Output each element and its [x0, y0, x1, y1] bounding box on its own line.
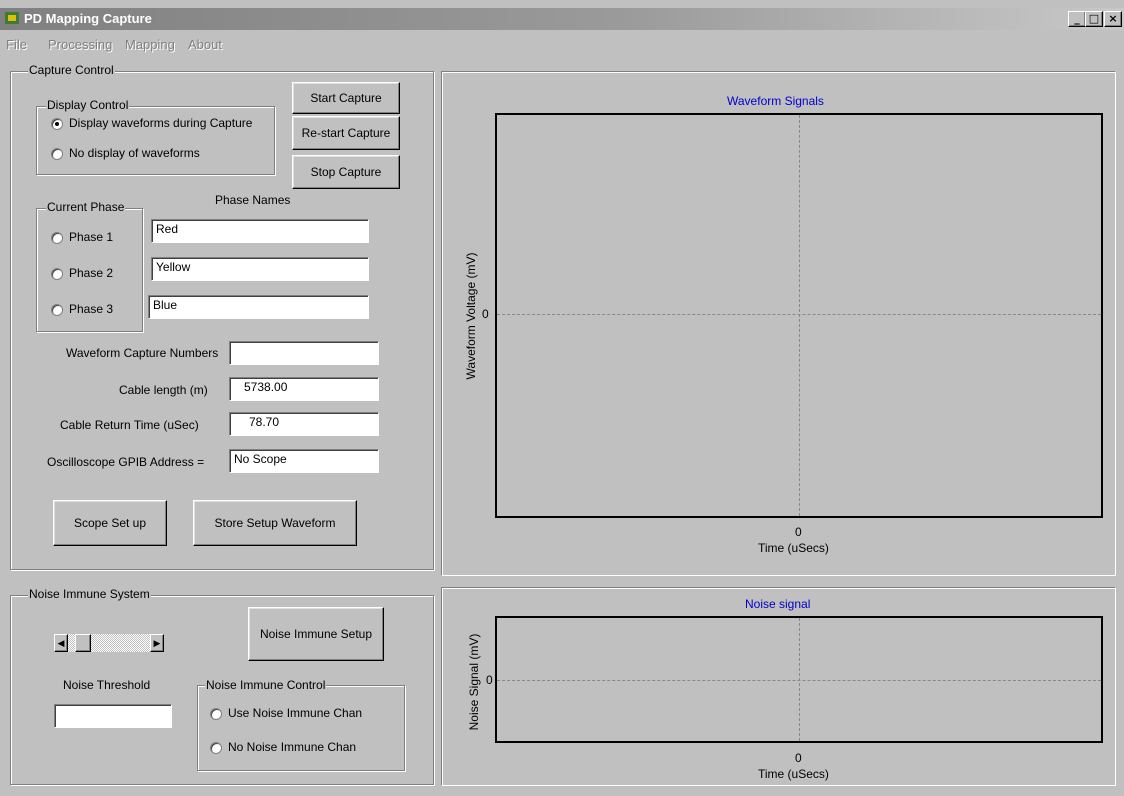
display-waveforms-label: Display waveforms during Capture: [69, 116, 253, 130]
no-noise-chan-label: No Noise Immune Chan: [228, 740, 357, 754]
phase-names-label: Phase Names: [215, 193, 291, 207]
store-setup-waveform-button[interactable]: Store Setup Waveform: [193, 500, 357, 546]
waveform-y-zero-line: [497, 314, 1101, 315]
cable-length-input[interactable]: 5738.00: [229, 377, 379, 401]
phase1-name-input[interactable]: Red: [151, 219, 369, 243]
menu-mapping[interactable]: Mapping: [125, 37, 175, 52]
capture-numbers-input[interactable]: [229, 341, 379, 365]
phase1-radio[interactable]: [51, 232, 63, 244]
menu-processing[interactable]: Processing: [48, 37, 112, 52]
restart-capture-button[interactable]: Re-start Capture: [292, 116, 400, 150]
menu-about[interactable]: About: [188, 37, 222, 52]
minimize-button[interactable]: _: [1068, 11, 1086, 27]
capture-control-legend: Capture Control: [28, 63, 115, 77]
slider-thumb[interactable]: [75, 634, 91, 652]
slider-right-arrow-icon[interactable]: ▶: [150, 634, 164, 652]
noise-y-label: Noise Signal (mV): [467, 633, 481, 731]
start-capture-button[interactable]: Start Capture: [292, 82, 400, 114]
maximize-button[interactable]: □: [1085, 11, 1103, 27]
phase3-name-input[interactable]: Blue: [148, 295, 369, 319]
no-noise-chan-radio[interactable]: [210, 742, 222, 754]
waveform-y-tick: 0: [482, 307, 489, 321]
waveform-y-label: Waveform Voltage (mV): [464, 252, 478, 380]
display-waveforms-radio[interactable]: [51, 118, 63, 130]
no-display-label: No display of waveforms: [69, 146, 200, 160]
noise-threshold-slider[interactable]: ◀ ▶: [54, 634, 164, 652]
title-bar: PD Mapping Capture _ □ ×: [0, 8, 1124, 30]
slider-left-arrow-icon[interactable]: ◀: [54, 634, 68, 652]
return-time-label: Cable Return Time (uSec): [60, 418, 199, 432]
phase2-radio[interactable]: [51, 268, 63, 280]
return-time-input[interactable]: 78.70: [229, 412, 379, 436]
noise-threshold-label: Noise Threshold: [63, 678, 151, 692]
noise-plot-title: Noise signal: [745, 597, 811, 611]
window-title: PD Mapping Capture: [24, 11, 152, 26]
waveform-x-label: Time (uSecs): [758, 541, 829, 555]
noise-immune-control-group: [197, 685, 405, 771]
noise-x-label: Time (uSecs): [758, 767, 829, 781]
no-display-radio[interactable]: [51, 148, 63, 160]
gpib-input[interactable]: No Scope: [229, 449, 379, 473]
phase3-label: Phase 3: [69, 302, 114, 316]
noise-immune-setup-button[interactable]: Noise Immune Setup: [248, 607, 384, 661]
cable-length-label: Cable length (m): [119, 383, 208, 397]
noise-immune-control-legend: Noise Immune Control: [205, 678, 327, 692]
noise-y-tick: 0: [486, 673, 493, 687]
phase3-radio[interactable]: [51, 304, 63, 316]
use-noise-chan-label: Use Noise Immune Chan: [228, 706, 363, 720]
scope-setup-button[interactable]: Scope Set up: [53, 500, 167, 546]
noise-threshold-input[interactable]: [54, 704, 172, 728]
close-button[interactable]: ×: [1104, 11, 1122, 27]
noise-immune-legend: Noise Immune System: [28, 587, 151, 601]
waveform-plot-title: Waveform Signals: [727, 94, 824, 108]
menu-file[interactable]: File: [6, 37, 27, 52]
phase2-label: Phase 2: [69, 266, 114, 280]
noise-y-zero-line: [497, 680, 1101, 681]
display-control-legend: Display Control: [46, 98, 130, 112]
waveform-x-zero-line: [799, 115, 800, 516]
use-noise-chan-radio[interactable]: [210, 708, 222, 720]
noise-x-tick: 0: [795, 751, 802, 765]
current-phase-legend: Current Phase: [46, 200, 126, 214]
app-icon: [5, 12, 19, 24]
waveform-x-tick: 0: [795, 525, 802, 539]
gpib-label: Oscilloscope GPIB Address =: [47, 455, 205, 469]
phase1-label: Phase 1: [69, 230, 114, 244]
capture-numbers-label: Waveform Capture Numbers: [66, 346, 219, 360]
stop-capture-button[interactable]: Stop Capture: [292, 155, 400, 189]
phase2-name-input[interactable]: Yellow: [151, 257, 369, 281]
